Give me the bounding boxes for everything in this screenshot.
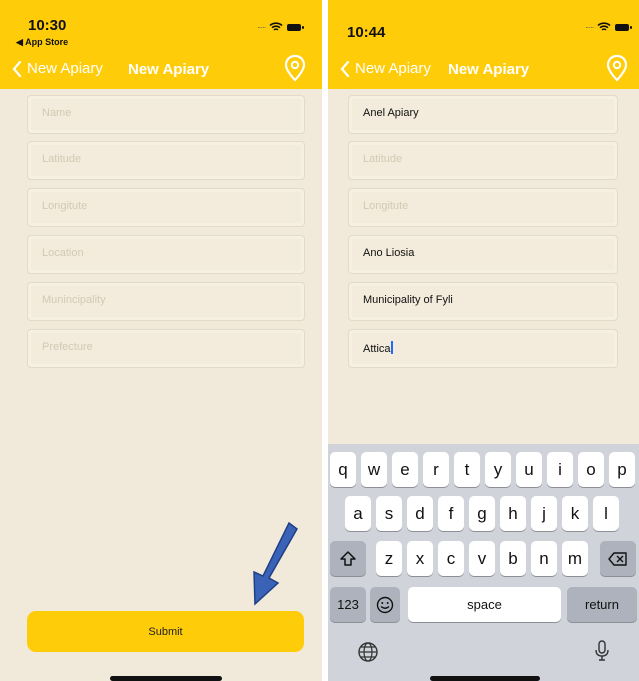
shift-key[interactable]: [330, 541, 366, 576]
chevron-left-icon: [340, 60, 350, 77]
submit-button[interactable]: Submit: [27, 611, 304, 652]
key-h[interactable]: h: [500, 496, 526, 531]
numbers-key[interactable]: 123: [330, 587, 366, 622]
page-title: New Apiary: [128, 61, 210, 78]
space-key[interactable]: space: [408, 587, 561, 622]
status-time: 10:44: [347, 24, 386, 41]
key-a[interactable]: a: [345, 496, 371, 531]
status-icons: ·····: [585, 22, 633, 32]
battery-icon: [615, 23, 633, 31]
text-cursor: [390, 341, 393, 354]
back-label: New Apiary: [27, 60, 103, 77]
name-field[interactable]: Name: [27, 95, 305, 134]
municipality-value: Municipality of Fyli: [363, 294, 453, 306]
key-l[interactable]: l: [593, 496, 619, 531]
signal-icon: ·····: [585, 22, 594, 32]
name-placeholder: Name: [42, 107, 72, 119]
municipality-field[interactable]: Municipality of Fyli: [348, 282, 618, 321]
location-value: Ano Liosia: [363, 247, 415, 259]
location-field[interactable]: Location: [27, 235, 305, 274]
key-j[interactable]: j: [531, 496, 557, 531]
home-indicator: [110, 676, 222, 681]
prefecture-value-wrap: Attica: [363, 341, 393, 355]
key-t[interactable]: t: [454, 452, 480, 487]
key-b[interactable]: b: [500, 541, 526, 576]
key-d[interactable]: d: [407, 496, 433, 531]
latitude-field[interactable]: Latitude: [348, 141, 618, 180]
battery-icon: [287, 23, 305, 31]
signal-icon: ·····: [257, 22, 266, 32]
chevron-left-icon: [12, 60, 22, 77]
left-screen: 10:30 ◀ App Store ····· New Apiary New A…: [0, 0, 322, 681]
return-key[interactable]: return: [567, 587, 637, 622]
delete-key[interactable]: [600, 541, 636, 576]
key-f[interactable]: f: [438, 496, 464, 531]
emoji-key[interactable]: [370, 587, 400, 622]
status-time: 10:30: [28, 17, 67, 34]
microphone-icon[interactable]: [593, 639, 611, 663]
home-indicator: [430, 676, 540, 681]
latitude-placeholder: Latitude: [42, 153, 82, 165]
shift-icon: [340, 550, 356, 566]
key-v[interactable]: v: [469, 541, 495, 576]
keyboard: q w e r t y u i o p a s d f g h j k l z …: [328, 444, 639, 681]
prefecture-value: Attica: [363, 343, 391, 355]
page-title: New Apiary: [448, 61, 530, 78]
nav-bar: New Apiary New Apiary: [0, 54, 322, 82]
key-n[interactable]: n: [531, 541, 557, 576]
prefecture-placeholder: Prefecture: [42, 341, 93, 353]
location-pin-icon[interactable]: [606, 54, 628, 82]
right-screen: 10:44 ····· New Apiary New Apiary Anel A…: [328, 0, 639, 681]
key-w[interactable]: w: [361, 452, 387, 487]
prefecture-field[interactable]: Attica: [348, 329, 618, 368]
key-r[interactable]: r: [423, 452, 449, 487]
delete-icon: [608, 551, 627, 566]
key-x[interactable]: x: [407, 541, 433, 576]
nav-bar: New Apiary New Apiary: [328, 54, 639, 82]
key-g[interactable]: g: [469, 496, 495, 531]
back-button[interactable]: New Apiary: [12, 60, 103, 77]
emoji-icon: [376, 596, 394, 613]
longitude-placeholder: Longitute: [42, 200, 88, 212]
name-value: Anel Apiary: [363, 107, 419, 119]
header: 10:44 ····· New Apiary New Apiary: [328, 0, 639, 89]
key-y[interactable]: y: [485, 452, 511, 487]
longitude-placeholder: Longitute: [363, 200, 409, 212]
back-to-app-store[interactable]: ◀ App Store: [16, 37, 68, 48]
back-button[interactable]: New Apiary: [340, 60, 431, 77]
location-field[interactable]: Ano Liosia: [348, 235, 618, 274]
municipality-placeholder: Munincipality: [42, 294, 106, 306]
back-label: New Apiary: [355, 60, 431, 77]
key-k[interactable]: k: [562, 496, 588, 531]
key-s[interactable]: s: [376, 496, 402, 531]
municipality-field[interactable]: Munincipality: [27, 282, 305, 321]
globe-icon[interactable]: [357, 641, 379, 663]
wifi-icon: [597, 22, 611, 31]
wifi-icon: [269, 22, 283, 31]
header: 10:30 ◀ App Store ····· New Apiary New A…: [0, 0, 322, 89]
status-icons: ·····: [257, 22, 305, 32]
latitude-field[interactable]: Latitude: [27, 141, 305, 180]
key-m[interactable]: m: [562, 541, 588, 576]
latitude-placeholder: Latitude: [363, 153, 403, 165]
key-e[interactable]: e: [392, 452, 418, 487]
key-p[interactable]: p: [609, 452, 635, 487]
prefecture-field[interactable]: Prefecture: [27, 329, 305, 368]
key-q[interactable]: q: [330, 452, 356, 487]
name-field[interactable]: Anel Apiary: [348, 95, 618, 134]
longitude-field[interactable]: Longitute: [27, 188, 305, 227]
longitude-field[interactable]: Longitute: [348, 188, 618, 227]
key-i[interactable]: i: [547, 452, 573, 487]
key-c[interactable]: c: [438, 541, 464, 576]
key-z[interactable]: z: [376, 541, 402, 576]
key-o[interactable]: o: [578, 452, 604, 487]
location-placeholder: Location: [42, 247, 84, 259]
location-pin-icon[interactable]: [284, 54, 306, 82]
annotation-arrow-icon: [253, 521, 298, 606]
key-u[interactable]: u: [516, 452, 542, 487]
